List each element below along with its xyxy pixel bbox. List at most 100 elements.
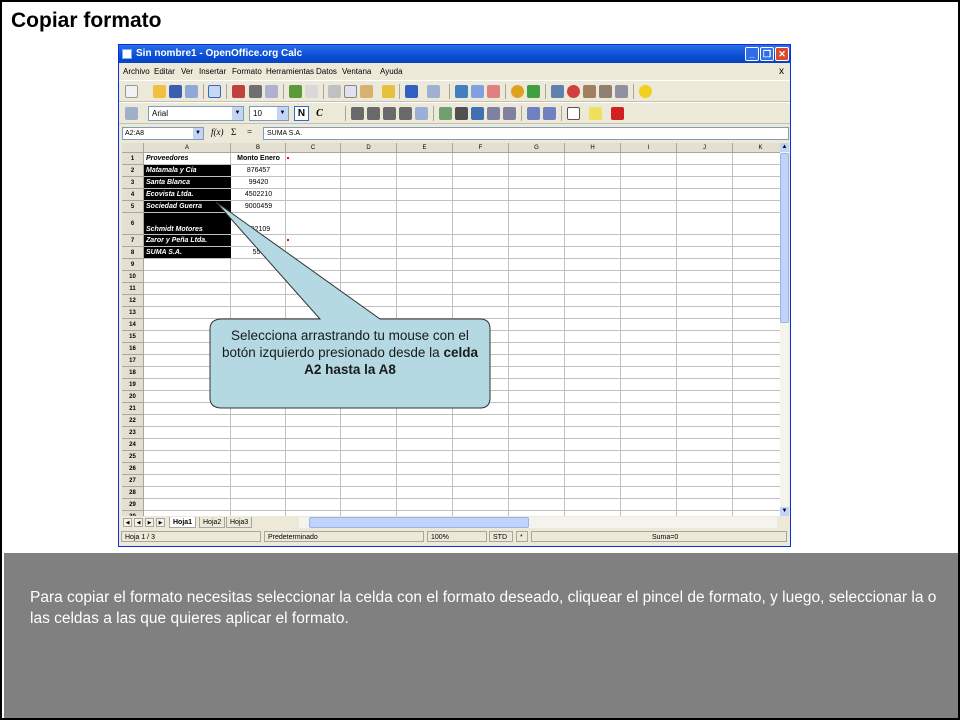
- cell-b5[interactable]: 9000459: [231, 201, 286, 212]
- row-header[interactable]: 8: [122, 247, 144, 259]
- row-header[interactable]: 19: [122, 379, 144, 391]
- cell-b7[interactable]: 5509: [231, 235, 286, 246]
- cell-b1[interactable]: Monto Enero: [231, 153, 286, 164]
- borders-icon[interactable]: [567, 107, 580, 120]
- sheet-tab-hoja2[interactable]: Hoja2: [199, 517, 226, 528]
- cell-b3[interactable]: 99420: [231, 177, 286, 188]
- background-color-icon[interactable]: [589, 107, 602, 120]
- help-icon[interactable]: [639, 85, 652, 98]
- minimize-button[interactable]: _: [745, 47, 759, 61]
- sort-descending-icon[interactable]: [487, 85, 500, 98]
- row-header[interactable]: 21: [122, 403, 144, 415]
- row-header[interactable]: 18: [122, 367, 144, 379]
- zoom-icon[interactable]: [615, 85, 628, 98]
- formula-input[interactable]: SUMA S.A.: [263, 127, 789, 140]
- open-folder-icon[interactable]: [153, 85, 166, 98]
- status-mode[interactable]: STD: [489, 531, 513, 542]
- font-size-select[interactable]: 10 ▼: [249, 106, 289, 121]
- name-box[interactable]: A2:A8 ▼: [122, 127, 204, 140]
- scroll-up-icon[interactable]: ▲: [780, 143, 789, 152]
- sum-icon[interactable]: Σ: [231, 127, 236, 137]
- menu-insertar[interactable]: Insertar: [199, 67, 226, 76]
- cell-a8[interactable]: SUMA S.A.: [144, 247, 231, 258]
- styles-formatting-icon[interactable]: [125, 107, 138, 120]
- cell-a7[interactable]: Zaror y Peña Ltda.: [144, 235, 231, 246]
- status-zoom[interactable]: 100%: [427, 531, 487, 542]
- menu-datos[interactable]: Datos: [316, 67, 337, 76]
- previous-sheet-icon[interactable]: ◀: [134, 518, 143, 527]
- edit-file-icon[interactable]: [208, 85, 221, 98]
- show-draw-functions-icon[interactable]: [527, 85, 540, 98]
- row-header[interactable]: 11: [122, 283, 144, 295]
- row-header[interactable]: 6: [122, 213, 144, 235]
- add-decimal-icon[interactable]: [487, 107, 500, 120]
- window-titlebar[interactable]: Sin nombre1 - OpenOffice.org Calc _ ❐ ✕: [119, 45, 790, 63]
- row-header[interactable]: 3: [122, 177, 144, 189]
- select-all-corner[interactable]: [122, 143, 144, 153]
- font-color-icon[interactable]: [611, 107, 624, 120]
- row-header[interactable]: 25: [122, 451, 144, 463]
- navigator-icon[interactable]: [567, 85, 580, 98]
- align-right-icon[interactable]: [383, 107, 396, 120]
- row-header[interactable]: 16: [122, 343, 144, 355]
- column-header-b[interactable]: B: [231, 143, 286, 153]
- cell-a3[interactable]: Santa Blanca: [144, 177, 231, 188]
- justify-icon[interactable]: [399, 107, 412, 120]
- column-header-h[interactable]: H: [565, 143, 621, 153]
- menu-herramientas[interactable]: Herramientas: [266, 67, 314, 76]
- increase-indent-icon[interactable]: [543, 107, 556, 120]
- column-header-f[interactable]: F: [453, 143, 509, 153]
- undo-icon[interactable]: [405, 85, 418, 98]
- copy-icon[interactable]: [344, 85, 357, 98]
- maximize-button[interactable]: ❐: [760, 47, 774, 61]
- row-header[interactable]: 14: [122, 319, 144, 331]
- cell-b4[interactable]: 4502210: [231, 189, 286, 200]
- function-wizard-icon[interactable]: f(x): [211, 127, 224, 137]
- column-header-c[interactable]: C: [286, 143, 341, 153]
- cell-a5[interactable]: Sociedad Guerra: [144, 201, 231, 212]
- print-icon[interactable]: [249, 85, 262, 98]
- cell-b6[interactable]: 892109: [231, 213, 286, 234]
- autospellcheck-icon[interactable]: [305, 85, 318, 98]
- pdf-export-icon[interactable]: [232, 85, 245, 98]
- cut-icon[interactable]: [328, 85, 341, 98]
- save-icon[interactable]: [169, 85, 182, 98]
- menu-editar[interactable]: Editar: [154, 67, 175, 76]
- redo-icon[interactable]: [427, 85, 440, 98]
- row-header[interactable]: 7: [122, 235, 144, 247]
- column-header-j[interactable]: J: [677, 143, 733, 153]
- spellcheck-icon[interactable]: [289, 85, 302, 98]
- row-header[interactable]: 24: [122, 439, 144, 451]
- column-header-k[interactable]: K: [733, 143, 780, 153]
- row-header[interactable]: 15: [122, 331, 144, 343]
- bold-button[interactable]: N: [294, 106, 309, 121]
- cell-a6[interactable]: Schmidt Motores: [144, 213, 231, 234]
- cell-a4[interactable]: Ecovista Ltda.: [144, 189, 231, 200]
- menu-ver[interactable]: Ver: [181, 67, 193, 76]
- column-header-g[interactable]: G: [509, 143, 565, 153]
- function-icon[interactable]: =: [247, 127, 252, 137]
- row-header[interactable]: 27: [122, 475, 144, 487]
- menu-ventana[interactable]: Ventana: [342, 67, 371, 76]
- merge-cells-icon[interactable]: [415, 107, 428, 120]
- next-sheet-icon[interactable]: ▶: [145, 518, 154, 527]
- column-header-i[interactable]: I: [621, 143, 677, 153]
- status-page-style[interactable]: Predeterminado: [264, 531, 424, 542]
- italic-button[interactable]: C: [312, 106, 327, 121]
- currency-format-icon[interactable]: [439, 107, 452, 120]
- scroll-down-icon[interactable]: ▼: [780, 507, 789, 516]
- row-header[interactable]: 2: [122, 165, 144, 177]
- gallery-icon[interactable]: [583, 85, 596, 98]
- row-header[interactable]: 26: [122, 463, 144, 475]
- menu-archivo[interactable]: Archivo: [123, 67, 150, 76]
- format-paintbrush-icon[interactable]: [382, 85, 395, 98]
- column-header-a[interactable]: A: [144, 143, 231, 153]
- row-header[interactable]: 4: [122, 189, 144, 201]
- decrease-indent-icon[interactable]: [527, 107, 540, 120]
- sort-ascending-icon[interactable]: [471, 85, 484, 98]
- menu-ayuda[interactable]: Ayuda: [380, 67, 403, 76]
- align-center-icon[interactable]: [367, 107, 380, 120]
- align-left-icon[interactable]: [351, 107, 364, 120]
- font-name-select[interactable]: Arial ▼: [148, 106, 244, 121]
- standard-format-icon[interactable]: [471, 107, 484, 120]
